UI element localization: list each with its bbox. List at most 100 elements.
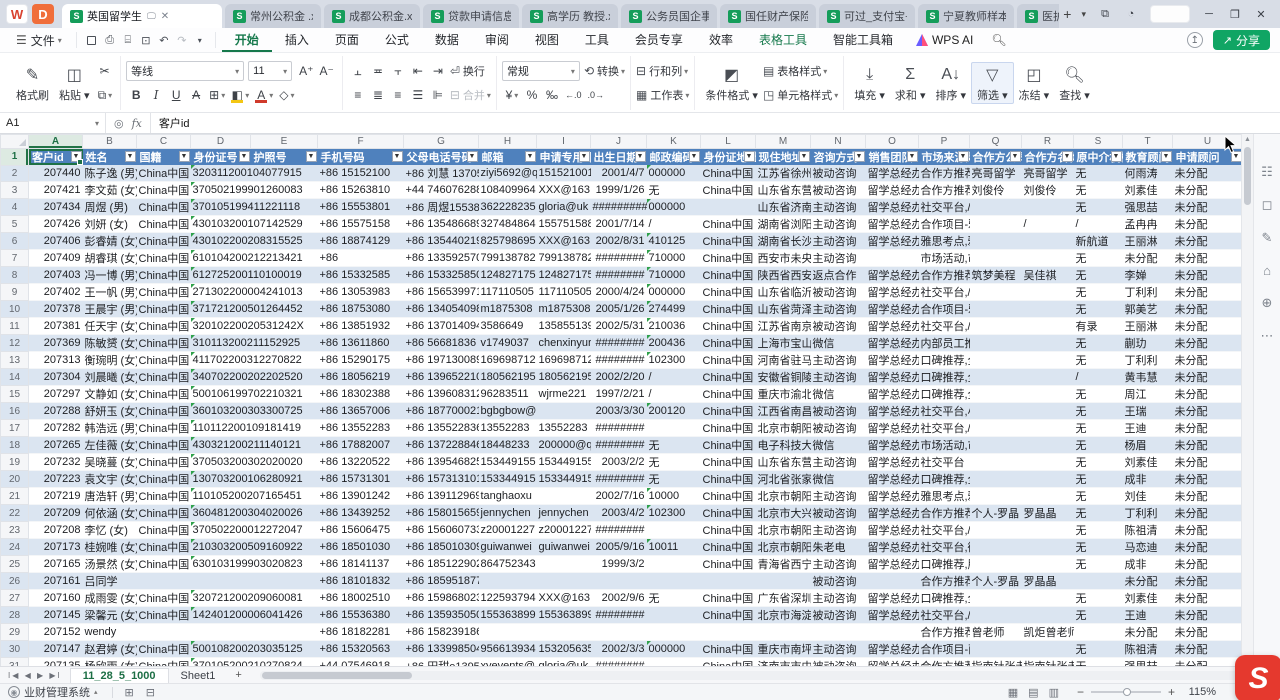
- cell[interactable]: China中国: [137, 607, 191, 624]
- cell[interactable]: [1022, 539, 1074, 556]
- header-cell[interactable]: 手机号码▼: [318, 149, 404, 166]
- cell[interactable]: 陈祖清: [1123, 522, 1173, 539]
- cell[interactable]: 合作方推荐: [919, 182, 970, 199]
- column-header-D[interactable]: D: [191, 135, 251, 149]
- row-number[interactable]: 6: [1, 233, 29, 250]
- file-tab[interactable]: S高学历 教授.xlsx: [522, 4, 618, 28]
- cell[interactable]: 2002/5/31: [591, 318, 647, 335]
- minimize-button[interactable]: ─: [1196, 3, 1222, 25]
- cell[interactable]: 重庆市南坪: [756, 641, 811, 658]
- cell[interactable]: +86 13657006: [318, 403, 404, 420]
- cell[interactable]: [1022, 335, 1074, 352]
- cell[interactable]: 未分配: [1173, 522, 1243, 539]
- cell[interactable]: 无: [1074, 386, 1123, 403]
- column-header-J[interactable]: J: [591, 135, 647, 149]
- cell[interactable]: 雅思考点,雅思: [919, 488, 970, 505]
- cell[interactable]: z20001227: [479, 522, 537, 539]
- cell[interactable]: 117110505: [537, 284, 591, 301]
- cell[interactable]: 2005/1/26: [591, 301, 647, 318]
- filter-dropdown-icon[interactable]: ▼: [635, 151, 646, 162]
- cell[interactable]: 362228235: [479, 199, 537, 216]
- cell[interactable]: 湖南省浏阳: [756, 216, 811, 233]
- header-cell[interactable]: 教育顾问▼: [1123, 149, 1173, 166]
- cell[interactable]: China中国: [701, 352, 756, 369]
- cell[interactable]: 社交平台,/: [919, 318, 970, 335]
- cell[interactable]: China中国: [701, 182, 756, 199]
- cell[interactable]: 207402: [29, 284, 83, 301]
- cell[interactable]: 117110505: [479, 284, 537, 301]
- cell[interactable]: 1999/1/26: [591, 182, 647, 199]
- align-top-icon[interactable]: ⫠: [348, 61, 368, 81]
- cell[interactable]: 周江: [1123, 386, 1173, 403]
- cell[interactable]: m1875308: [537, 301, 591, 318]
- cell[interactable]: 271302200004241013: [191, 284, 318, 301]
- cell[interactable]: 口碑推荐,全: [919, 386, 970, 403]
- cell[interactable]: +86 1565399710: [404, 284, 479, 301]
- header-cell[interactable]: 邮箱▼: [479, 149, 537, 166]
- cell[interactable]: 留学总经办: [866, 284, 919, 301]
- cell[interactable]: 刘素佳: [1123, 182, 1173, 199]
- cell[interactable]: [701, 573, 756, 590]
- cell[interactable]: China中国: [137, 454, 191, 471]
- cell[interactable]: +86 1340540988: [404, 301, 479, 318]
- comma-style-icon[interactable]: ‰: [542, 85, 562, 105]
- cell[interactable]: ########: [591, 522, 647, 539]
- cell[interactable]: 124827175: [479, 267, 537, 284]
- column-header-R[interactable]: R: [1022, 135, 1074, 149]
- cell[interactable]: 500108200203035125: [191, 641, 318, 658]
- cell[interactable]: 320311200104077915: [191, 165, 318, 182]
- cell[interactable]: 主动咨询: [811, 233, 866, 250]
- wrap-text-button[interactable]: ⏎换行: [450, 61, 485, 81]
- column-header-S[interactable]: S: [1074, 135, 1123, 149]
- cell[interactable]: +86 13851932: [318, 318, 404, 335]
- cell[interactable]: 社交平台,/: [919, 284, 970, 301]
- filter-dropdown-icon[interactable]: ▼: [854, 151, 865, 162]
- cell[interactable]: 630103199903020823: [191, 556, 318, 573]
- cell[interactable]: [647, 624, 701, 641]
- cell[interactable]: gloria@uk: [537, 199, 591, 216]
- cell[interactable]: +86 18595187726: [404, 573, 479, 590]
- cell[interactable]: 610104200212213421: [191, 250, 318, 267]
- cell[interactable]: +86 15575158: [318, 216, 404, 233]
- cell[interactable]: [811, 624, 866, 641]
- cell[interactable]: +86 1391129694: [404, 488, 479, 505]
- cell[interactable]: 未分配: [1173, 437, 1243, 454]
- system-menu[interactable]: ◉ 业财管理系统 ▴: [0, 684, 106, 700]
- cell[interactable]: 北京市海淀: [756, 607, 811, 624]
- row-number[interactable]: 19: [1, 454, 29, 471]
- cell[interactable]: [1074, 573, 1123, 590]
- cell[interactable]: China中国: [137, 658, 191, 667]
- cell[interactable]: 无: [1074, 641, 1123, 658]
- cell[interactable]: 李文茹 (女): [83, 182, 137, 199]
- cell[interactable]: XXX@163.c: [537, 590, 591, 607]
- cell[interactable]: [1022, 607, 1074, 624]
- cell[interactable]: 朱老电: [811, 539, 866, 556]
- cell[interactable]: 舒妍玉 (女): [83, 403, 137, 420]
- cell[interactable]: [1022, 437, 1074, 454]
- cell[interactable]: [970, 199, 1022, 216]
- cell[interactable]: 122593794: [479, 590, 537, 607]
- cell[interactable]: 冯一博 (男): [83, 267, 137, 284]
- cell[interactable]: 207265: [29, 437, 83, 454]
- cell[interactable]: XXX@163.c: [537, 233, 591, 250]
- cell[interactable]: 2002/3/3: [591, 641, 647, 658]
- cell[interactable]: 指南针张老师: [970, 658, 1022, 667]
- panel-square-icon[interactable]: ◻: [1262, 197, 1273, 213]
- cell[interactable]: 207165: [29, 556, 83, 573]
- cell[interactable]: 微信: [811, 437, 866, 454]
- menu-item-效率[interactable]: 效率: [696, 28, 746, 52]
- cell[interactable]: +86 18101832: [318, 573, 404, 590]
- cell[interactable]: [537, 624, 591, 641]
- row-number[interactable]: 17: [1, 420, 29, 437]
- cell[interactable]: 未分配: [1173, 284, 1243, 301]
- cell[interactable]: 丁利利: [1123, 505, 1173, 522]
- undo-icon[interactable]: ↶: [155, 32, 173, 48]
- cell[interactable]: China中国: [137, 403, 191, 420]
- cell[interactable]: [647, 556, 701, 573]
- row-number[interactable]: 14: [1, 369, 29, 386]
- number-format-select[interactable]: 常规▾: [502, 61, 580, 81]
- cell[interactable]: 安徽省铜陵: [756, 369, 811, 386]
- filter-dropdown-icon[interactable]: ▼: [125, 151, 136, 162]
- row-number[interactable]: 13: [1, 352, 29, 369]
- cell[interactable]: 200436: [647, 335, 701, 352]
